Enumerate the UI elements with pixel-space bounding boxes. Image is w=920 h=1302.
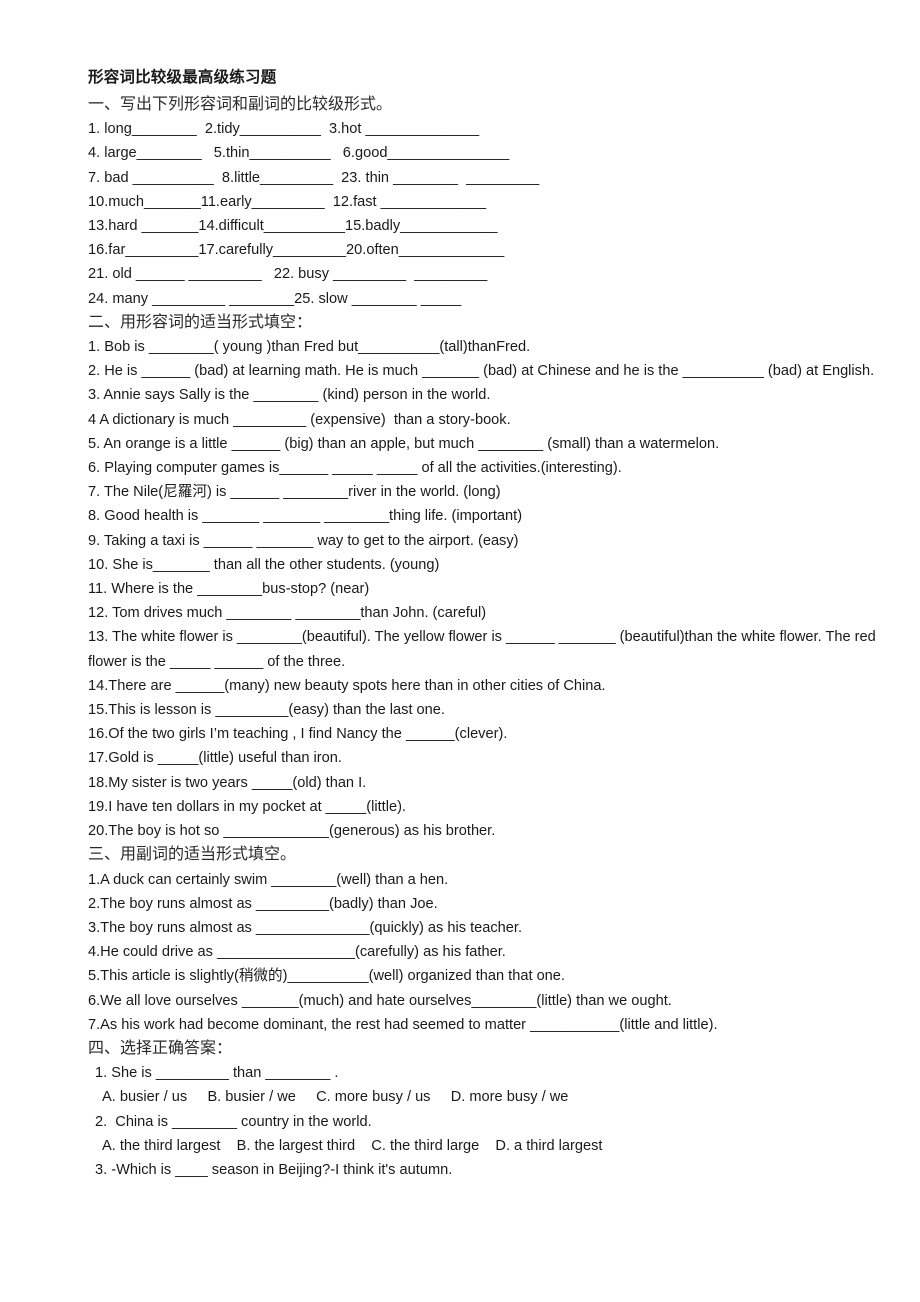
question-options: A. the third largest B. the largest thir…: [102, 1137, 603, 1154]
exercise-line: 4.He could drive as _________________(ca…: [88, 944, 506, 961]
exercise-line: 17.Gold is _____(little) useful than iro…: [88, 750, 342, 767]
exercise-line: 1. Bob is ________( young )than Fred but…: [88, 339, 531, 356]
exercise-line: 13. The white flower is ________(beautif…: [88, 629, 876, 670]
exercise-line: 13.hard _______14.difficult__________15.…: [88, 218, 498, 235]
section-heading-1: 一、写出下列形容词和副词的比较级形式。: [88, 96, 393, 113]
question-stem: 2. China is ________ country in the worl…: [95, 1113, 372, 1130]
worksheet-page: 形容词比较级最高级练习题 一、写出下列形容词和副词的比较级形式。 1. long…: [0, 0, 920, 1302]
exercise-line: 10.much_______11.early_________ 12.fast …: [88, 193, 487, 210]
exercise-line: 18.My sister is two years _____(old) tha…: [88, 774, 367, 791]
exercise-line: 5. An orange is a little ______ (big) th…: [88, 435, 720, 452]
section-heading-4: 四、选择正确答案：: [88, 1039, 233, 1057]
question-options: A. busier / us B. busier / we C. more bu…: [102, 1089, 569, 1106]
exercise-line: 10. She is_______ than all the other stu…: [88, 556, 440, 573]
section-heading-3: 三、用副词的适当形式填空。: [88, 846, 297, 864]
exercise-line: 21. old ______ _________ 22. busy ______…: [88, 266, 488, 283]
exercise-line: 4. large________ 5.thin__________ 6.good…: [88, 145, 510, 162]
exercise-line: 2.The boy runs almost as _________(badly…: [88, 895, 438, 912]
exercise-line: 6.We all love ourselves _______(much) an…: [88, 992, 672, 1009]
exercise-line: 16.Of the two girls I’m teaching , I fin…: [88, 726, 508, 743]
exercise-line: 14.There are ______(many) new beauty spo…: [88, 677, 606, 694]
exercise-line: 24. many _________ ________25. slow ____…: [88, 290, 462, 307]
question-stem: 1. She is _________ than ________ .: [95, 1065, 339, 1082]
exercise-line: 9. Taking a taxi is ______ _______ way t…: [88, 532, 519, 549]
exercise-line: 16.far_________17.carefully_________20.o…: [88, 242, 505, 259]
exercise-line: 12. Tom drives much ________ ________tha…: [88, 605, 487, 622]
exercise-line: 7.As his work had become dominant, the r…: [88, 1016, 718, 1033]
exercise-line: 7. The Nile(尼羅河) is ______ ________river…: [88, 484, 501, 501]
exercise-line: 1. long________ 2.tidy__________ 3.hot _…: [88, 121, 480, 138]
exercise-line: 8. Good health is _______ _______ ______…: [88, 508, 523, 525]
exercise-line: 3.The boy runs almost as ______________(…: [88, 919, 523, 936]
exercise-line: 20.The boy is hot so _____________(gener…: [88, 823, 496, 840]
exercise-line: 15.This is lesson is _________(easy) tha…: [88, 702, 445, 719]
exercise-line: 1.A duck can certainly swim ________(wel…: [88, 871, 449, 888]
exercise-line: 6. Playing computer games is______ _____…: [88, 460, 622, 477]
exercise-line: 19.I have ten dollars in my pocket at __…: [88, 798, 406, 815]
exercise-line: 2. He is ______ (bad) at learning math. …: [88, 363, 875, 380]
exercise-line: 4 A dictionary is much _________ (expens…: [88, 411, 511, 428]
section-heading-2: 二、用形容词的适当形式填空：: [88, 313, 313, 331]
page-title: 形容词比较级最高级练习题: [88, 69, 277, 86]
exercise-line: 3. Annie says Sally is the ________ (kin…: [88, 387, 491, 404]
exercise-line: 7. bad __________ 8.little_________ 23. …: [88, 169, 540, 186]
exercise-line: 5.This article is slightly(稍微的)_________…: [88, 968, 565, 985]
question-stem: 3. -Which is ____ season in Beijing?-I t…: [95, 1161, 453, 1178]
exercise-line: 11. Where is the ________bus-stop? (near…: [88, 581, 370, 598]
